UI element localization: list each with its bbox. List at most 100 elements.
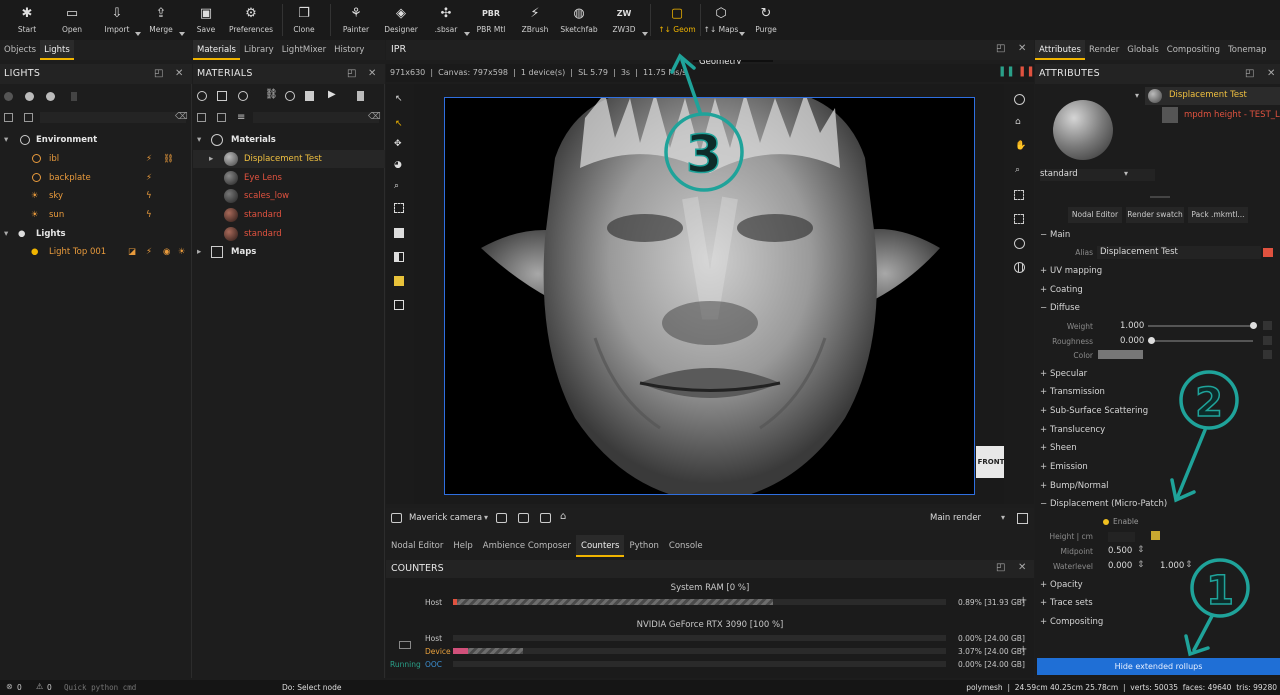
section-coating[interactable]: + Coating: [1040, 281, 1083, 299]
toolbar-reload-geometry-button[interactable]: ▢ ↑↓ Geom: [653, 0, 701, 40]
toolbar-pbr-button[interactable]: PBR PBR Mtl: [467, 0, 515, 40]
compare-icon[interactable]: [394, 252, 404, 262]
link-icon[interactable]: ⛓: [265, 89, 278, 100]
tree-group-materials[interactable]: ▾ Materials: [197, 131, 383, 149]
bolt-icon[interactable]: ⚡: [146, 243, 152, 261]
tree-item-eye-lens[interactable]: Eye Lens: [193, 169, 385, 187]
chevron-down-icon[interactable]: ▾: [1135, 91, 1139, 100]
grid-sphere-icon[interactable]: [1014, 262, 1025, 273]
tree-item-scales-low[interactable]: scales_low: [193, 187, 385, 205]
image-icon[interactable]: [394, 300, 404, 310]
alias-input[interactable]: Displacement Test: [1097, 246, 1261, 259]
frame-selection-icon[interactable]: [1014, 214, 1024, 224]
tree-item-standard[interactable]: standard: [193, 206, 385, 224]
zoom-icon[interactable]: ⌕: [394, 181, 399, 191]
camera-select[interactable]: Maverick camera: [409, 513, 482, 523]
float-icon[interactable]: ◰: [1245, 64, 1255, 84]
tab-counters[interactable]: Counters: [576, 535, 625, 557]
roughness-slider-knob[interactable]: [1148, 337, 1155, 344]
height-input[interactable]: [1108, 532, 1135, 542]
close-icon[interactable]: ✕: [175, 64, 184, 84]
close-icon[interactable]: ✕: [1018, 43, 1026, 54]
section-sub-surface-scattering[interactable]: + Sub-Surface Scattering: [1040, 402, 1148, 420]
lights-search-input[interactable]: [40, 112, 186, 123]
fit-icon[interactable]: [1017, 513, 1028, 524]
tab-objects[interactable]: Objects: [0, 40, 40, 60]
camera-icon[interactable]: [391, 513, 402, 523]
close-icon[interactable]: ✕: [1267, 64, 1276, 84]
zoom-icon[interactable]: ⌕: [1015, 165, 1020, 175]
color-map-slot[interactable]: [1263, 350, 1272, 359]
section-sheen[interactable]: + Sheen: [1040, 439, 1077, 457]
tree-item-backplate[interactable]: backplate ⚡: [30, 169, 190, 187]
bolt-icon[interactable]: ⚡: [146, 150, 152, 168]
layer-icon[interactable]: [238, 91, 248, 101]
orbit-icon[interactable]: [1014, 238, 1025, 249]
tree-item-standard-2[interactable]: standard: [193, 225, 385, 243]
trash-icon[interactable]: [357, 91, 364, 101]
material-node[interactable]: Displacement Test: [1145, 87, 1280, 105]
section-bump-normal[interactable]: + Bump/Normal: [1040, 477, 1109, 495]
tab-console[interactable]: Console: [664, 535, 708, 557]
toolbar-painter-button[interactable]: ⚘ Painter: [332, 0, 380, 40]
section-specular[interactable]: + Specular: [1040, 365, 1087, 383]
tab-nodal-editor[interactable]: Nodal Editor: [386, 535, 448, 557]
tree-item-displacement-test[interactable]: ▸ Displacement Test: [193, 150, 385, 168]
weight-slider-knob[interactable]: [1250, 322, 1257, 329]
stepper-icon[interactable]: ⇕: [1137, 560, 1145, 570]
toolbar-maps-button[interactable]: ⬡ ↑↓ Maps: [697, 0, 745, 40]
float-icon[interactable]: ◰: [996, 562, 1005, 573]
tab-attributes[interactable]: Attributes: [1035, 40, 1085, 60]
tab-history[interactable]: History: [330, 40, 368, 60]
render-frame[interactable]: [444, 97, 975, 495]
toolbar-sbsar-button[interactable]: ✣ .sbsar: [422, 0, 470, 40]
height-map-slot[interactable]: [1151, 531, 1160, 540]
toolbar-purge-button[interactable]: ↻ Purge: [742, 0, 790, 40]
weight-map-slot[interactable]: [1263, 321, 1272, 330]
roughness-value[interactable]: 0.000: [1120, 336, 1144, 346]
new-material-icon[interactable]: [197, 91, 207, 101]
camera-add-icon[interactable]: [496, 513, 507, 523]
shader-select[interactable]: standard ▾: [1040, 169, 1155, 181]
tab-render[interactable]: Render: [1085, 40, 1123, 60]
home-icon[interactable]: ⌂: [1015, 117, 1021, 127]
toolbar-zw3d-button[interactable]: ZW ZW3D: [600, 0, 648, 40]
pick-material-icon[interactable]: ↖: [395, 119, 403, 129]
tree-item-sky[interactable]: ☀ sky ϟ: [30, 187, 190, 205]
material-preview-sphere[interactable]: [1053, 100, 1113, 160]
close-icon[interactable]: ✕: [368, 64, 377, 84]
tree-group-lights[interactable]: ▾ ● Lights: [4, 225, 190, 243]
tree-group-environment[interactable]: ▾ Environment: [4, 131, 190, 149]
nodal-editor-button[interactable]: Nodal Editor: [1068, 207, 1122, 223]
trash-icon[interactable]: [71, 92, 77, 101]
viewport-area[interactable]: FRONT: [414, 84, 1006, 504]
hide-extended-rollups-button[interactable]: Hide extended rollups: [1037, 658, 1280, 675]
tab-library[interactable]: Library: [240, 40, 278, 60]
section-transmission[interactable]: + Transmission: [1040, 383, 1105, 401]
toolbar-designer-button[interactable]: ◈ Designer: [377, 0, 425, 40]
displacement-map-node[interactable]: mpdm height - TEST_L...: [1160, 107, 1280, 125]
tree-item-sun[interactable]: ☀ sun ϟ: [30, 206, 190, 224]
render-swatch-button[interactable]: Render swatch: [1126, 207, 1184, 223]
toolbar-sketchfab-button[interactable]: ◍ Sketchfab: [555, 0, 603, 40]
materials-search-input[interactable]: [253, 112, 379, 123]
tab-help[interactable]: Help: [448, 535, 477, 557]
sun-icon[interactable]: ☀: [178, 243, 186, 261]
toolbar-gear-button[interactable]: ⚙ Preferences: [227, 0, 275, 40]
waterlevel-max-value[interactable]: 1.000: [1160, 561, 1184, 571]
clear-filter-icon[interactable]: ⌫: [368, 112, 381, 122]
section-trace-sets[interactable]: + Trace sets: [1040, 594, 1093, 612]
pause-icon[interactable]: ❚❚: [1018, 66, 1035, 77]
toolbar-clone-button[interactable]: ❐ Clone: [280, 0, 328, 40]
expand-all-icon[interactable]: [4, 113, 13, 122]
section-uv-mapping[interactable]: + UV mapping: [1040, 262, 1102, 280]
tab-lightmixer[interactable]: LightMixer: [278, 40, 330, 60]
tab-lights[interactable]: Lights: [40, 40, 74, 60]
save-icon[interactable]: [305, 91, 314, 101]
collapse-all-icon[interactable]: [24, 113, 33, 122]
toolbar-merge-button[interactable]: ⇪ Merge: [137, 0, 185, 40]
waterlevel-min-value[interactable]: 0.000: [1108, 561, 1132, 571]
splitter-handle[interactable]: [1150, 196, 1170, 198]
play-icon[interactable]: ▶: [328, 89, 336, 100]
refresh-icon[interactable]: [285, 91, 295, 101]
